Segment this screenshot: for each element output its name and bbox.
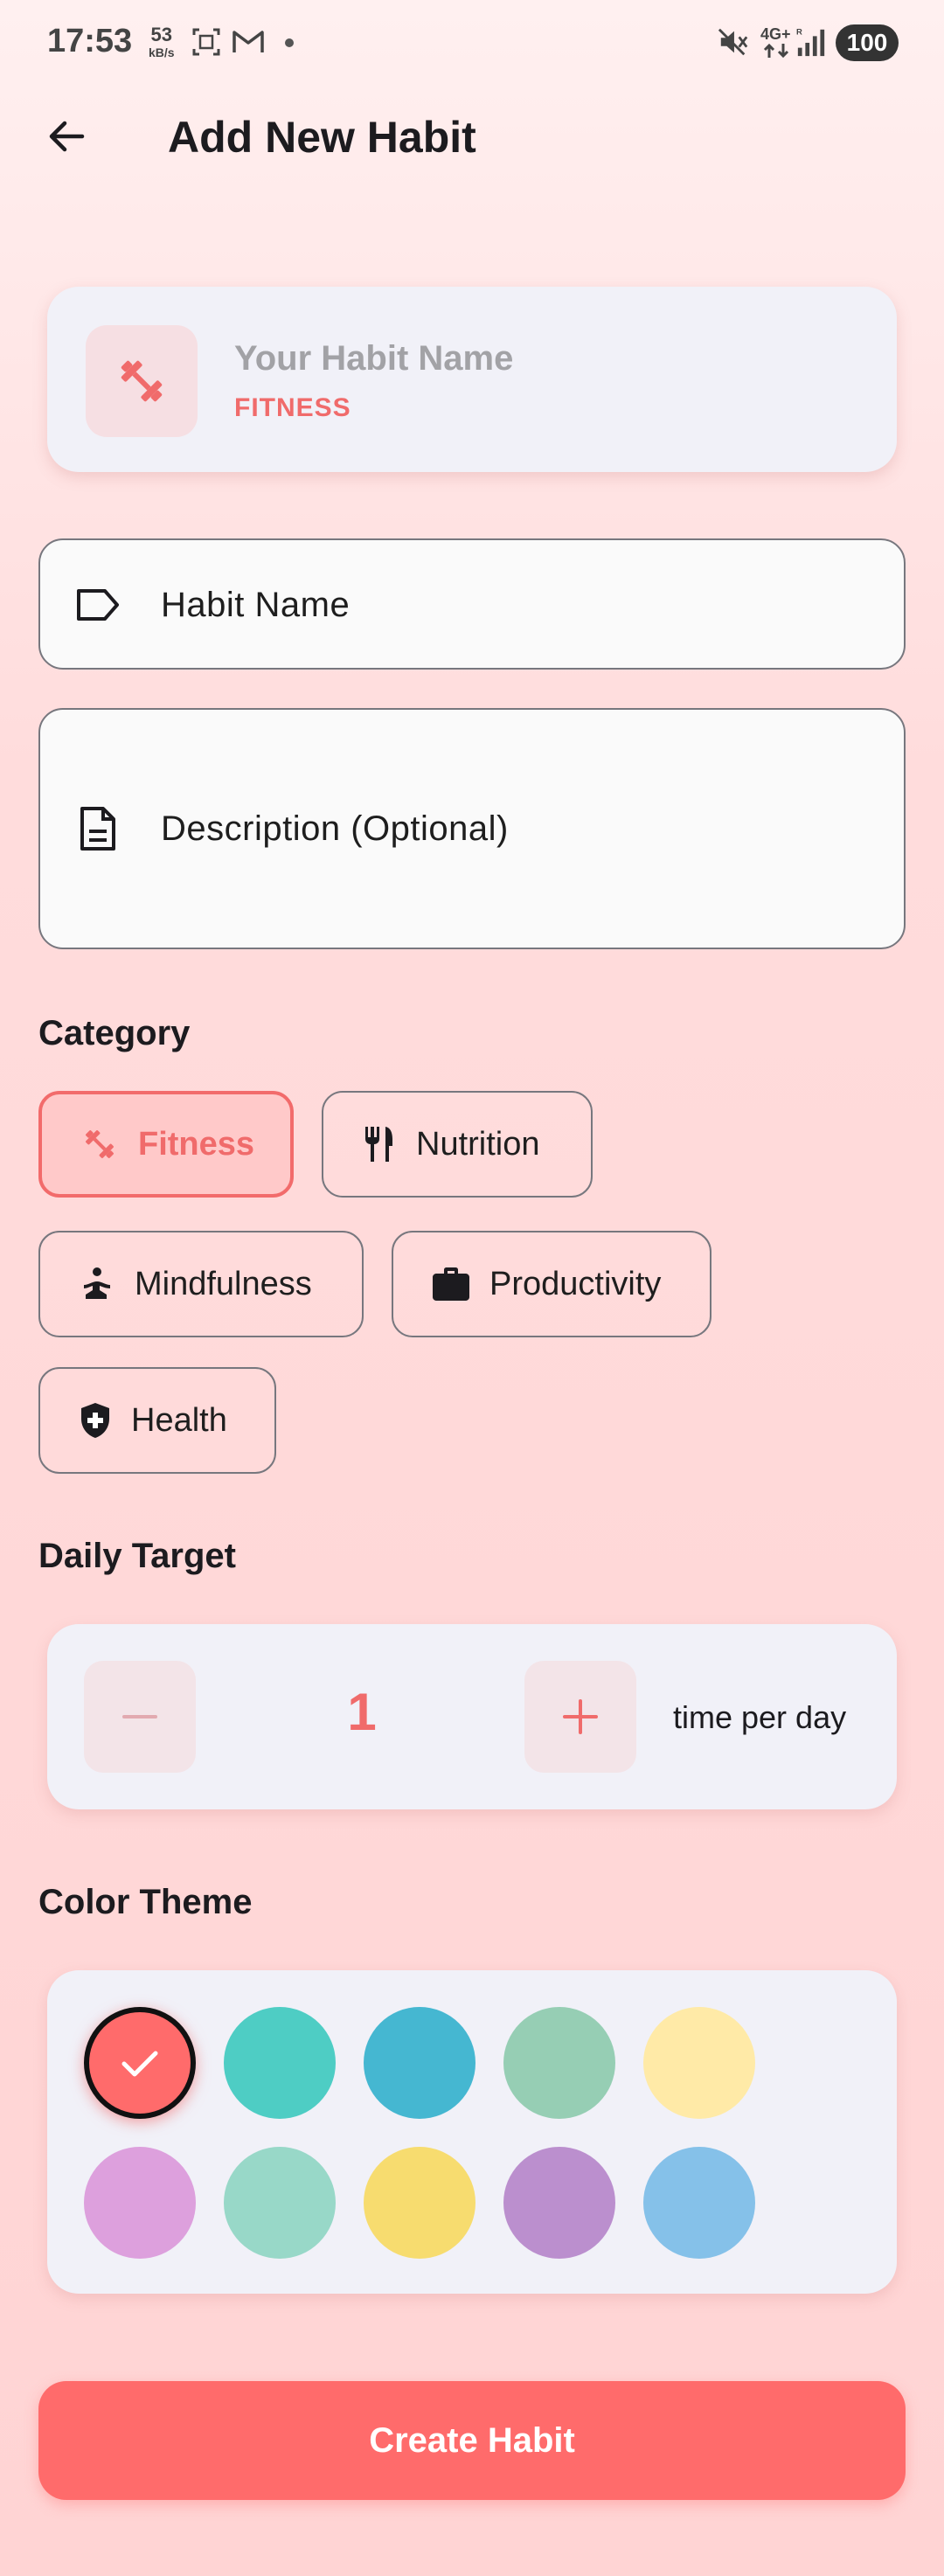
daily-target-card: 1 time per day <box>47 1624 897 1809</box>
color-theme-heading: Color Theme <box>38 1883 253 1921</box>
signal-icon: R <box>796 27 825 57</box>
dumbbell-icon <box>86 1130 114 1158</box>
data-arrows-icon <box>763 43 789 59</box>
decrement-button[interactable] <box>84 1661 196 1773</box>
color-swatch[interactable] <box>643 2007 755 2119</box>
document-icon <box>73 804 122 853</box>
color-swatch[interactable] <box>643 2147 755 2259</box>
utensils-icon <box>365 1127 392 1162</box>
color-theme-card <box>47 1970 897 2294</box>
daily-target-heading: Daily Target <box>38 1537 236 1575</box>
chip-label: Productivity <box>489 1265 662 1302</box>
network-speed-value: 53 <box>150 24 173 45</box>
arrow-left-icon <box>49 121 85 152</box>
minus-icon <box>122 1715 157 1718</box>
chip-label: Health <box>131 1401 227 1439</box>
battery-indicator: 100 <box>836 24 899 61</box>
create-habit-button[interactable]: Create Habit <box>38 2381 906 2500</box>
chip-label: Nutrition <box>416 1125 540 1163</box>
category-heading: Category <box>38 1014 191 1052</box>
label-icon <box>73 580 122 629</box>
color-swatch[interactable] <box>224 2147 336 2259</box>
target-unit: time per day <box>673 1699 847 1735</box>
target-value: 1 <box>347 1683 377 1741</box>
chip-fitness[interactable]: Fitness <box>38 1091 294 1198</box>
habit-preview-card: Your Habit Name FITNESS <box>47 287 897 472</box>
svg-text:R: R <box>796 27 802 37</box>
notification-dot-icon <box>285 38 294 47</box>
description-label: Description (Optional) <box>161 809 509 848</box>
chip-label: Mindfulness <box>135 1265 312 1302</box>
meditation-icon <box>84 1267 110 1299</box>
preview-icon-box <box>86 325 198 437</box>
back-button[interactable] <box>35 105 98 168</box>
color-swatch[interactable] <box>503 2007 615 2119</box>
network-speed-unit: kB/s <box>149 45 175 59</box>
network-speed: 53 kB/s <box>149 24 175 61</box>
chip-health[interactable]: Health <box>38 1367 276 1474</box>
network-type-label: 4G+ <box>760 25 791 43</box>
color-swatch[interactable] <box>84 2007 196 2119</box>
description-field[interactable]: Description (Optional) <box>38 708 906 949</box>
color-swatch[interactable] <box>503 2147 615 2259</box>
mute-icon <box>718 28 748 56</box>
chip-productivity[interactable]: Productivity <box>392 1231 711 1337</box>
status-time: 17:53 <box>47 23 133 59</box>
dumbbell-icon <box>121 360 163 402</box>
status-bar: 17:53 53 kB/s 4G+ R 100 <box>0 0 944 87</box>
color-swatch[interactable] <box>84 2147 196 2259</box>
chip-label: Fitness <box>138 1125 255 1163</box>
increment-button[interactable] <box>524 1661 636 1773</box>
preview-habit-name: Your Habit Name <box>234 339 514 378</box>
color-swatch[interactable] <box>364 2147 475 2259</box>
screenshot-icon <box>192 28 220 56</box>
briefcase-icon <box>433 1267 469 1301</box>
habit-name-field[interactable]: Habit Name <box>38 538 906 670</box>
page-title: Add New Habit <box>168 113 476 162</box>
checkmark-icon <box>121 2051 158 2077</box>
color-swatch[interactable] <box>224 2007 336 2119</box>
preview-category: FITNESS <box>234 393 351 422</box>
gmail-icon <box>233 31 264 52</box>
habit-name-label: Habit Name <box>161 586 351 624</box>
chip-nutrition[interactable]: Nutrition <box>322 1091 593 1198</box>
health-shield-icon <box>81 1403 109 1438</box>
color-swatch[interactable] <box>364 2007 475 2119</box>
plus-icon <box>563 1699 598 1734</box>
chip-mindfulness[interactable]: Mindfulness <box>38 1231 364 1337</box>
